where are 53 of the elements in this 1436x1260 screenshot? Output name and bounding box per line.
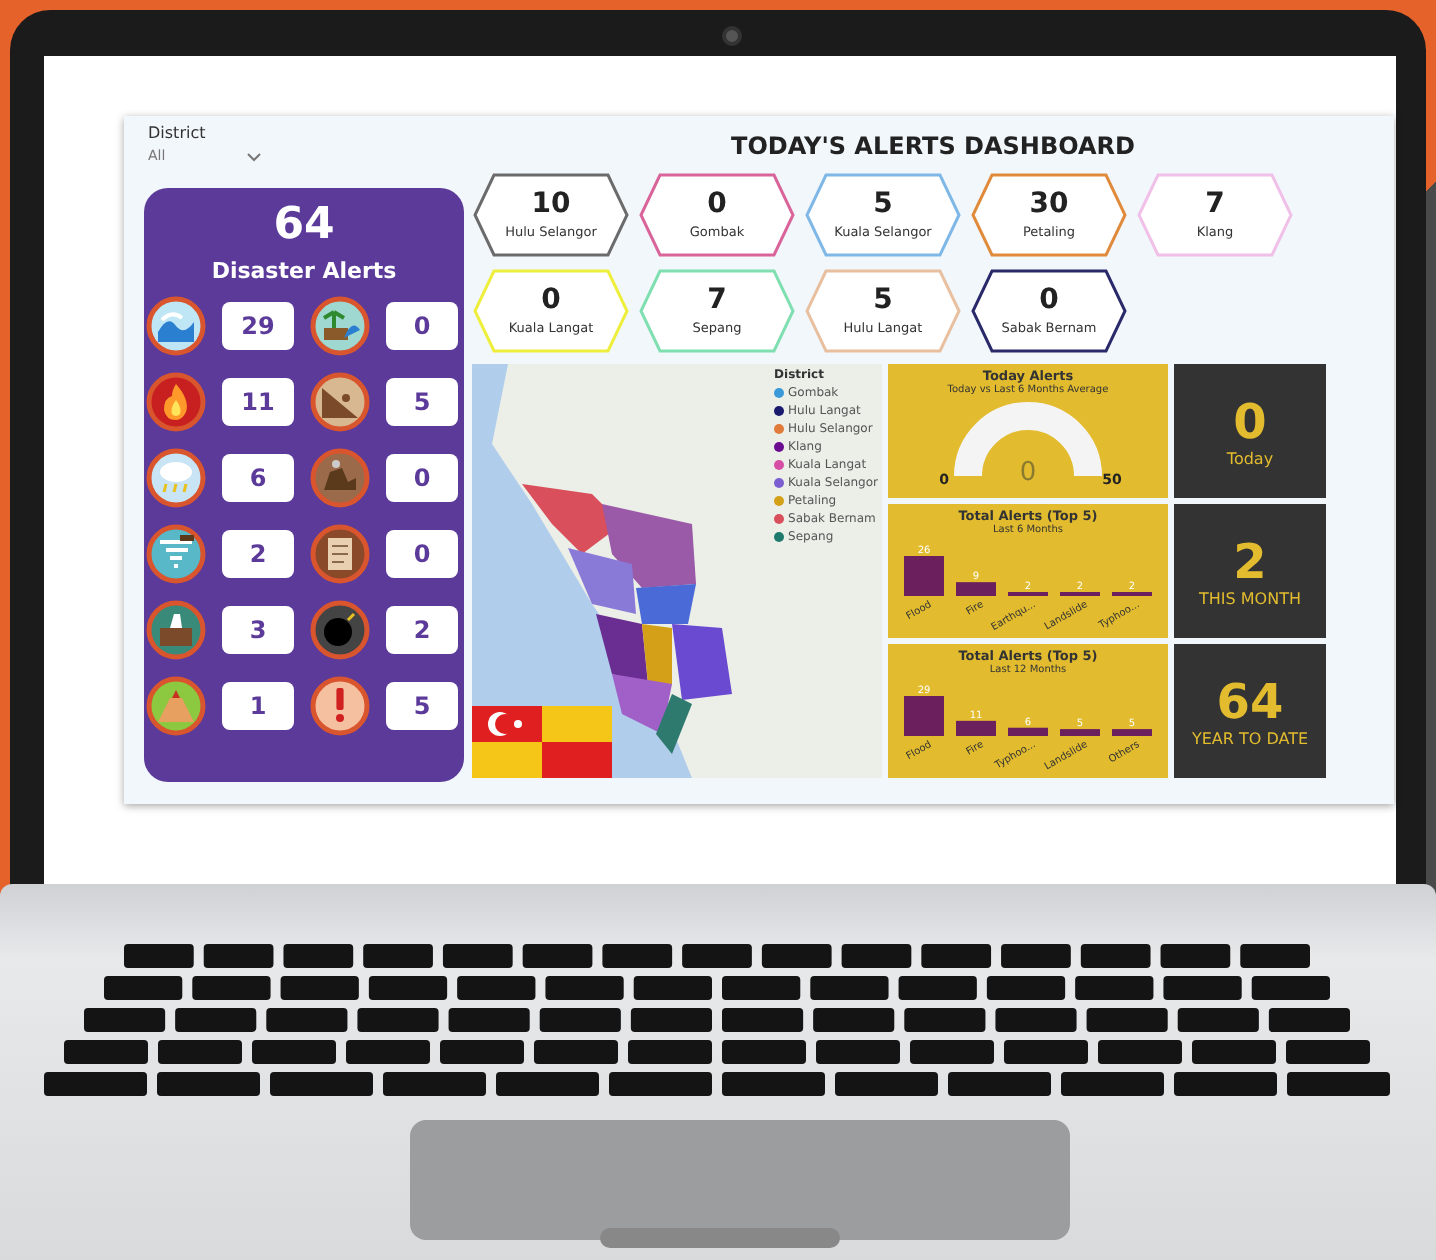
district-count: 7 <box>1205 190 1225 220</box>
scroll-icon <box>310 524 370 584</box>
alert-count: 0 <box>386 454 458 502</box>
bar <box>1060 729 1100 736</box>
landslide-icon <box>310 372 370 432</box>
summary-title: Disaster Alerts <box>211 258 397 284</box>
rock-icon <box>310 448 370 508</box>
sinkhole-icon <box>146 600 206 660</box>
dashboard-title: TODAY'S ALERTS DASHBOARD <box>731 132 1135 160</box>
district-count: 0 <box>1039 286 1059 316</box>
alert-count: 1 <box>222 682 294 730</box>
whirlwind-icon <box>146 524 206 584</box>
cloud-icon <box>146 448 206 508</box>
volcano-icon <box>146 676 206 736</box>
district-count: 5 <box>873 190 893 220</box>
district-count: 0 <box>541 286 561 316</box>
kpi-value: 0 <box>1233 394 1267 450</box>
gauge-value: 0 <box>1019 458 1037 488</box>
total-count: 64 <box>273 200 335 250</box>
kpi-value: 64 <box>1216 674 1284 730</box>
alert-count: 6 <box>222 454 294 502</box>
bar <box>904 696 944 736</box>
exclamation-icon <box>310 676 370 736</box>
wave-icon <box>146 296 206 356</box>
bar <box>956 582 996 596</box>
kpi-label: YEAR TO DATE <box>1191 730 1309 748</box>
bar <box>956 720 996 736</box>
bar <box>904 556 944 596</box>
alert-count: 0 <box>386 302 458 350</box>
alert-count: 29 <box>222 302 294 350</box>
bar <box>1112 729 1152 736</box>
district-count: 10 <box>531 190 571 220</box>
bomb-icon <box>310 600 370 660</box>
kpi-label: Today <box>1226 450 1274 468</box>
alert-count: 11 <box>222 378 294 426</box>
district-count: 30 <box>1029 190 1069 220</box>
district-count: 5 <box>873 286 893 316</box>
island-icon <box>310 296 370 356</box>
flame-icon <box>146 372 206 432</box>
district-count: 0 <box>707 190 727 220</box>
kpi-label: THIS MONTH <box>1199 590 1301 608</box>
alert-count: 5 <box>386 378 458 426</box>
alert-count: 0 <box>386 530 458 578</box>
alert-count: 2 <box>386 606 458 654</box>
alert-count: 5 <box>386 682 458 730</box>
flag-drawing <box>472 706 612 778</box>
webcam-icon <box>722 26 742 46</box>
kpi-value: 2 <box>1233 534 1267 590</box>
alert-count: 2 <box>222 530 294 578</box>
district-count: 7 <box>707 286 727 316</box>
alert-count: 3 <box>222 606 294 654</box>
chevron-icon <box>245 151 262 161</box>
bar <box>1008 727 1048 736</box>
